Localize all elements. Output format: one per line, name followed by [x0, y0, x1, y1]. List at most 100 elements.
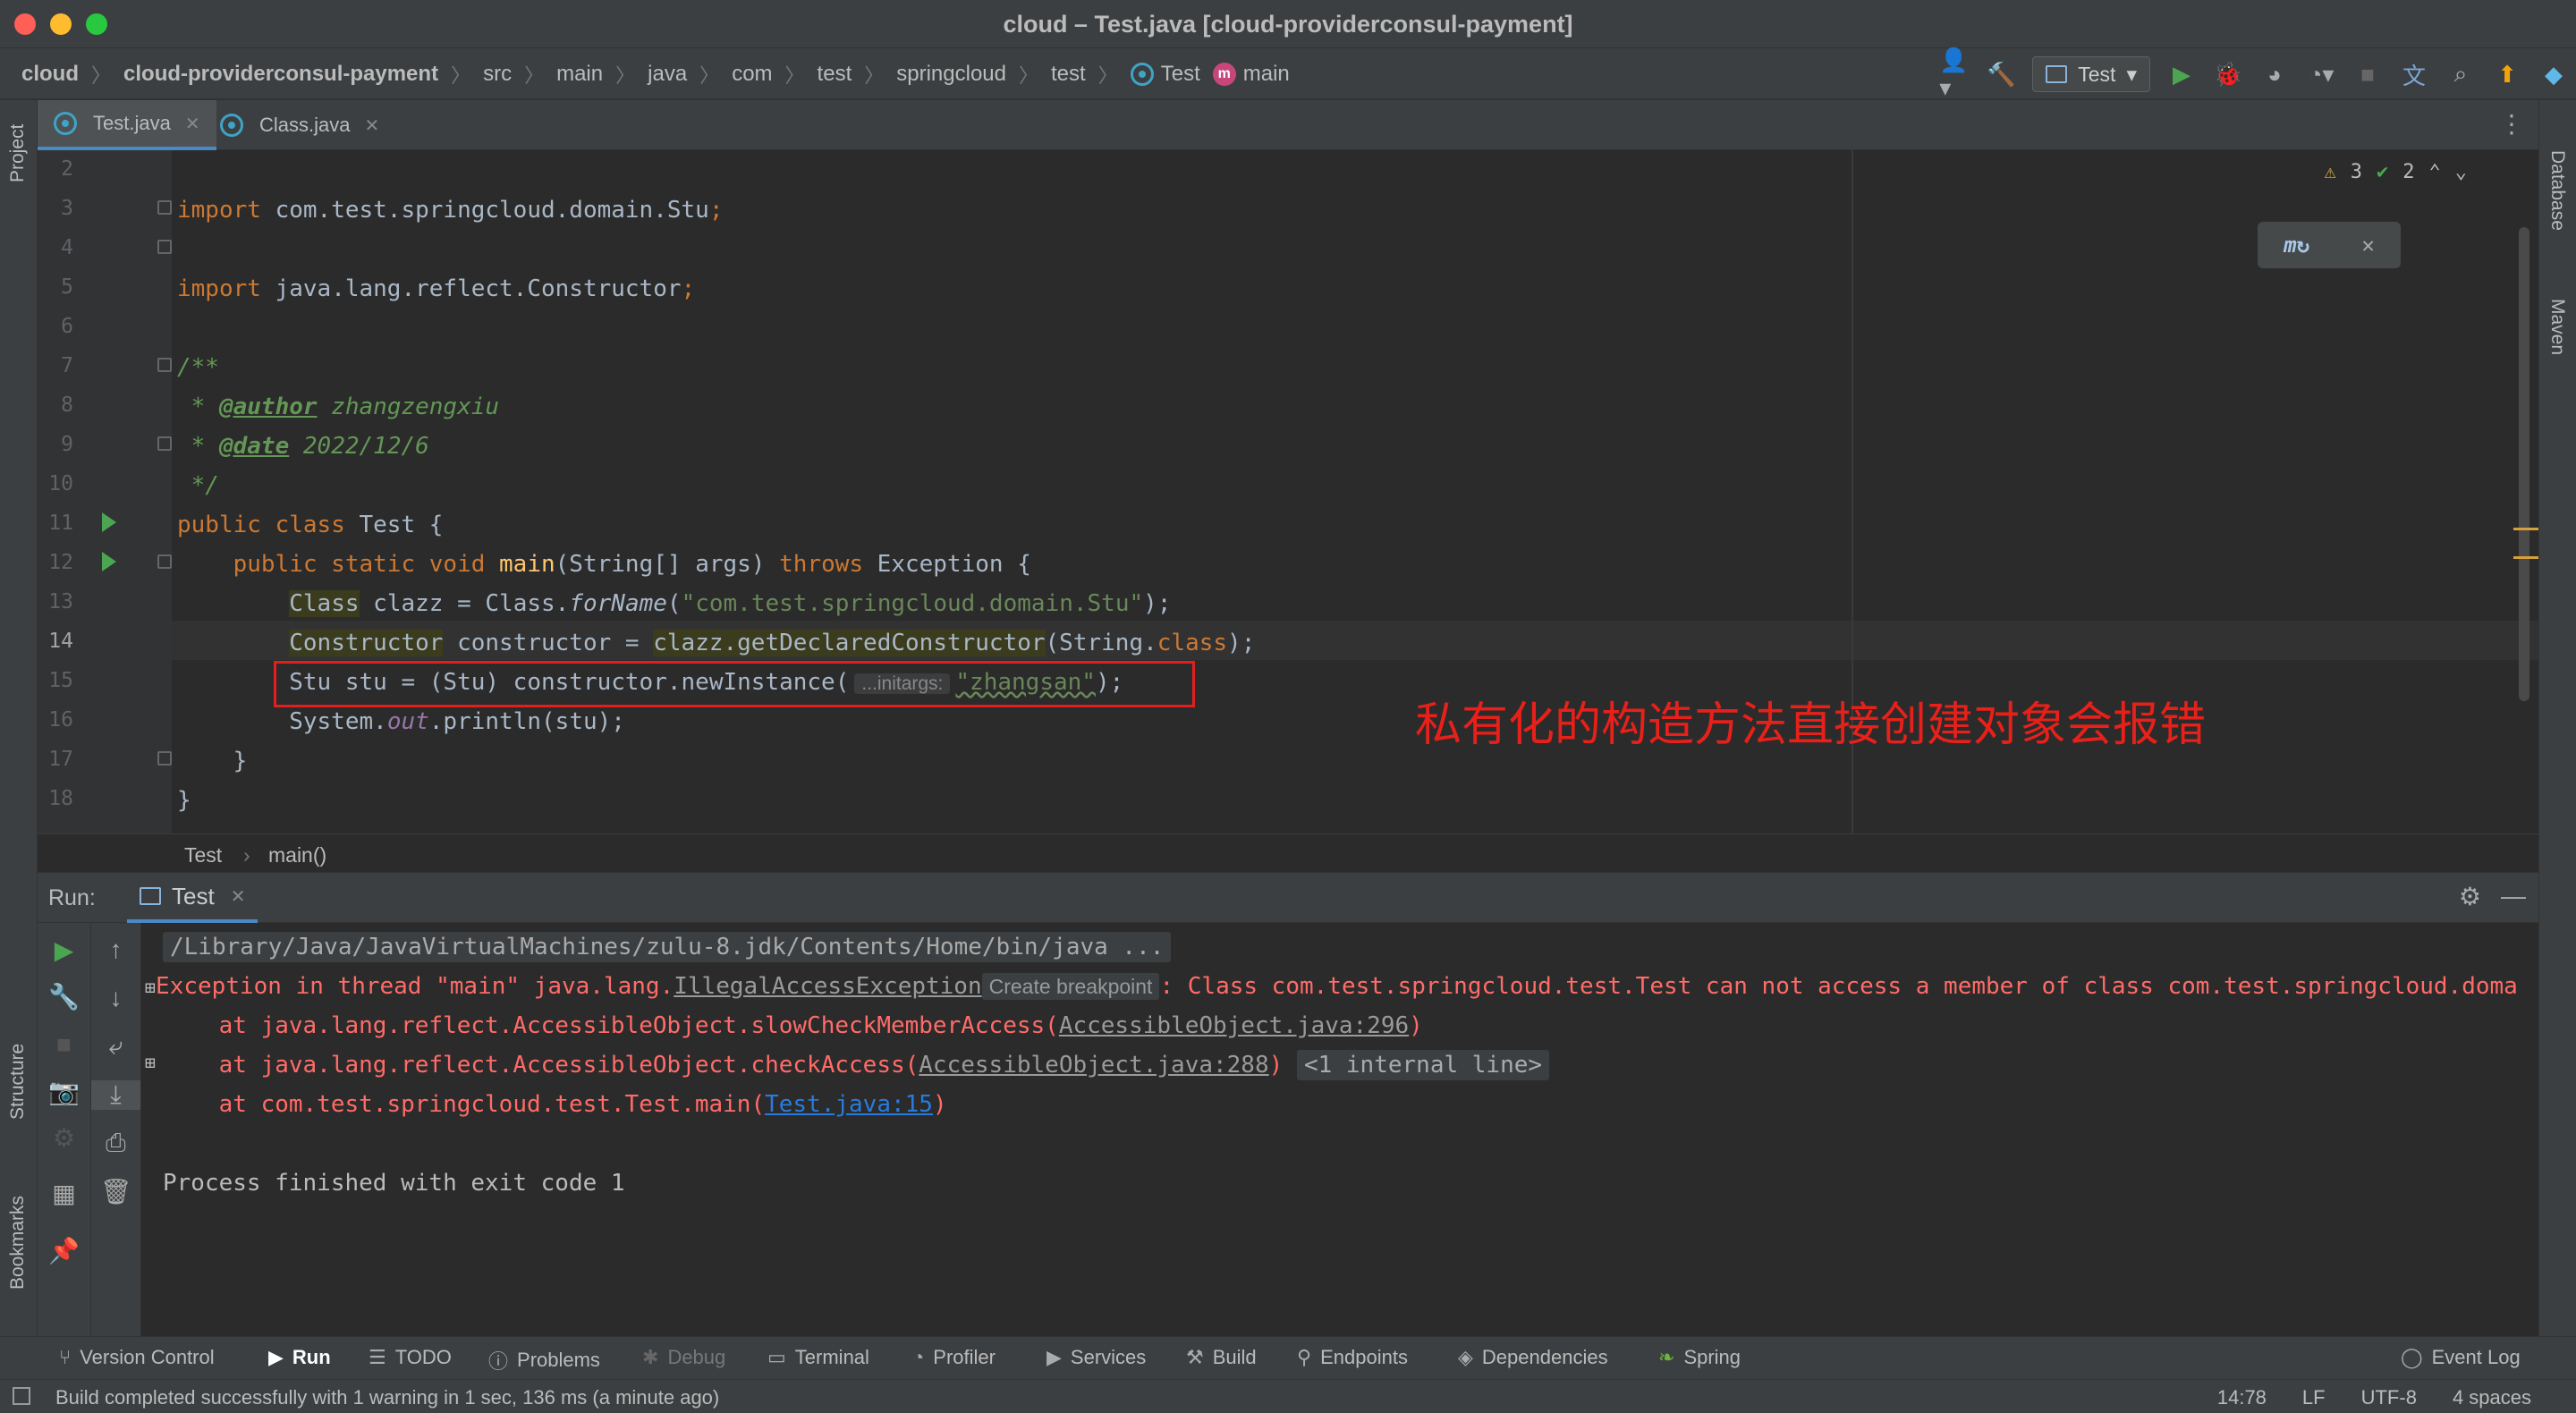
arrow-up-icon[interactable]: ↑	[91, 935, 140, 964]
crumb-main[interactable]: main	[556, 62, 603, 87]
version-control-tool-button[interactable]: ⑂ Version Control	[59, 1346, 215, 1369]
crumb-module[interactable]: cloud-providerconsul-payment	[123, 62, 438, 87]
warning-stripe-mark[interactable]	[2513, 556, 2538, 559]
stop-icon[interactable]: ■	[38, 1030, 90, 1059]
run-gutter-icon[interactable]	[102, 552, 116, 571]
chevron-down-icon[interactable]: ⌄	[2455, 161, 2467, 183]
line-separator[interactable]: LF	[2302, 1386, 2326, 1409]
project-tool-button[interactable]: Project	[7, 124, 29, 182]
trash-icon[interactable]: 🗑	[91, 1177, 140, 1206]
stop-icon[interactable]: ■	[2352, 59, 2383, 89]
soft-wrap-icon[interactable]: ⤶	[91, 1032, 140, 1062]
stack-frame-link[interactable]: AccessibleObject.java:288	[919, 1052, 1268, 1079]
profile-icon[interactable]: ◔▾	[2306, 59, 2336, 89]
spring-tool-button[interactable]: ❧ Spring	[1658, 1346, 1741, 1369]
rerun-icon[interactable]: ▶	[38, 935, 90, 965]
build-tool-button[interactable]: ⚒ Build	[1186, 1346, 1257, 1369]
coverage-icon[interactable]: ◕	[2259, 59, 2290, 89]
maven-tool-button[interactable]: Maven	[2546, 299, 2568, 355]
gear-icon[interactable]: ⚙	[38, 1123, 90, 1153]
search-icon[interactable]: ⌕	[2445, 59, 2476, 89]
structure-tool-button[interactable]: Structure	[7, 1044, 29, 1120]
fold-icon[interactable]	[157, 358, 172, 372]
more-vertical-icon[interactable]: ⋮	[2499, 109, 2524, 139]
debug-tool-button[interactable]: ✱ Debug	[642, 1346, 725, 1369]
toggle-tool-windows-icon[interactable]	[13, 1387, 30, 1405]
run-console[interactable]: /Library/Java/JavaVirtualMachines/zulu-8…	[141, 923, 2538, 1336]
profiler-tool-button[interactable]: ◔ Profiler	[912, 1346, 996, 1369]
gear-icon[interactable]: ⚙	[2459, 882, 2481, 911]
code-editor[interactable]: 2 3 4 5 6 7 8 9 10 11 12 13 14 15 16 17 …	[38, 150, 2538, 833]
source-link[interactable]: Test.java:15	[765, 1091, 933, 1118]
file-encoding[interactable]: UTF-8	[2361, 1386, 2417, 1409]
crumb-src[interactable]: src	[483, 62, 512, 87]
line-number: 5	[61, 275, 73, 299]
exception-link[interactable]: IllegalAccessException	[674, 973, 981, 1000]
editor-crumb-class[interactable]: Test	[184, 843, 222, 867]
close-icon[interactable]: ✕	[231, 885, 246, 908]
update-icon[interactable]: ⬆	[2492, 59, 2522, 89]
dependencies-tool-button[interactable]: ◈ Dependencies	[1458, 1346, 1608, 1369]
run-tool-button[interactable]: ▶ Run	[268, 1346, 331, 1369]
endpoints-tool-button[interactable]: ⚲ Endpoints	[1297, 1346, 1408, 1369]
close-icon[interactable]: ✕	[2361, 233, 2374, 258]
pin-icon[interactable]: 📌	[38, 1236, 90, 1265]
status-message[interactable]: Build completed successfully with 1 warn…	[55, 1386, 719, 1409]
todo-tool-button[interactable]: ☰ TODO	[369, 1346, 452, 1369]
run-icon[interactable]: ▶	[2166, 59, 2197, 89]
run-gutter-icon[interactable]	[102, 512, 116, 532]
minimize-icon[interactable]: —	[2501, 882, 2526, 911]
fold-icon[interactable]	[157, 554, 172, 569]
warning-stripe-mark[interactable]	[2513, 528, 2538, 530]
internal-lines-chip[interactable]: <1 internal line>	[1296, 1050, 1550, 1080]
expand-icon[interactable]: ⊞	[145, 1052, 156, 1073]
crumb-com[interactable]: com	[732, 62, 772, 87]
jetbrains-icon[interactable]: ◆	[2538, 59, 2569, 89]
fold-icon[interactable]	[157, 240, 172, 254]
run-icon: ▶	[268, 1346, 284, 1368]
tab-test-java[interactable]: Test.java ✕	[38, 100, 216, 150]
close-icon[interactable]: ✕	[185, 113, 200, 135]
run-config-selector[interactable]: Test ▾	[2032, 56, 2150, 92]
chevron-up-icon[interactable]: ⌃	[2429, 161, 2441, 183]
event-log-tool-button[interactable]: ◯ Event Log	[2401, 1346, 2521, 1369]
fold-icon[interactable]	[157, 436, 172, 451]
crumb-class[interactable]: Test	[1130, 62, 1200, 87]
scroll-to-end-icon[interactable]: ⤓	[91, 1080, 140, 1110]
print-icon[interactable]: ⎙	[91, 1129, 140, 1158]
caret-position[interactable]: 14:78	[2217, 1386, 2267, 1409]
inspection-widget[interactable]: ⚠ 3 ✔ 2 ⌃ ⌄	[2325, 161, 2468, 183]
arrow-down-icon[interactable]: ↓	[91, 984, 140, 1012]
services-tool-button[interactable]: ▶ Services	[1046, 1346, 1146, 1369]
crumb-test-package[interactable]: test	[1051, 62, 1086, 87]
expand-icon[interactable]: ⊞	[145, 977, 156, 998]
stack-frame-link[interactable]: AccessibleObject.java:296	[1059, 1012, 1409, 1039]
fold-icon[interactable]	[157, 751, 172, 766]
crumb-springcloud[interactable]: springcloud	[896, 62, 1006, 87]
endpoints-icon: ⚲	[1297, 1346, 1312, 1368]
layout-icon[interactable]: ▦	[38, 1179, 90, 1208]
camera-icon[interactable]: 📷	[38, 1077, 90, 1106]
database-tool-button[interactable]: Database	[2546, 150, 2568, 231]
crumb-project[interactable]: cloud	[21, 62, 79, 87]
editor-crumb-method[interactable]: main()	[268, 843, 326, 867]
terminal-tool-button[interactable]: ▭ Terminal	[767, 1346, 869, 1369]
editor-scrollbar[interactable]	[2519, 227, 2529, 701]
create-breakpoint-chip[interactable]: Create breakpoint	[981, 973, 1160, 1000]
tab-class-java[interactable]: Class.java ✕	[204, 100, 395, 150]
crumb-java[interactable]: java	[648, 62, 687, 87]
hammer-icon[interactable]: 🔨	[1986, 59, 2016, 89]
wrench-icon[interactable]: 🔧	[38, 982, 90, 1011]
debug-icon[interactable]: 🐞	[2213, 59, 2243, 89]
indent-setting[interactable]: 4 spaces	[2453, 1386, 2531, 1409]
crumb-method[interactable]: m main	[1212, 62, 1290, 87]
bookmarks-tool-button[interactable]: Bookmarks	[7, 1196, 29, 1290]
crumb-test[interactable]: test	[818, 62, 852, 87]
maven-reload-icon[interactable]: m↻	[2284, 233, 2309, 258]
problems-tool-button[interactable]: ⓘ Problems	[488, 1346, 600, 1375]
run-tab-test[interactable]: Test ✕	[127, 873, 258, 923]
close-icon[interactable]: ✕	[364, 114, 379, 137]
fold-icon[interactable]	[157, 200, 172, 215]
translate-icon[interactable]: 文	[2399, 59, 2429, 89]
user-icon[interactable]: 👤▾	[1939, 47, 1970, 101]
